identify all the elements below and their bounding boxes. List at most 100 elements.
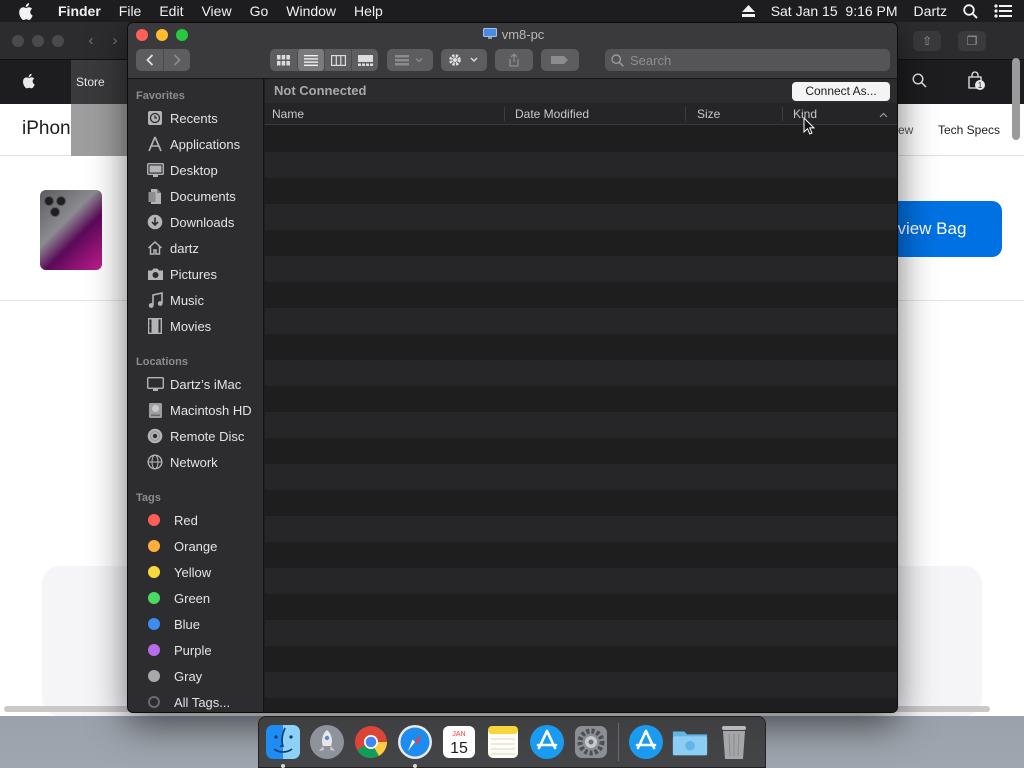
menu-extras: Sat Jan 15 9:16 PM Dartz <box>741 0 1024 22</box>
back-button[interactable] <box>136 49 163 71</box>
menu-edit[interactable]: Edit <box>150 0 192 22</box>
sidebar-all-tags[interactable]: All Tags... <box>128 689 263 712</box>
share-button[interactable] <box>495 49 533 71</box>
finder-window: vm8-pc Search Favorites Recents Applicat… <box>127 22 898 713</box>
menu-window[interactable]: Window <box>277 0 345 22</box>
column-divider[interactable] <box>685 107 686 121</box>
apple-menu-icon[interactable] <box>18 2 38 20</box>
nav-store-link[interactable]: Store <box>71 60 127 104</box>
dock-app-store[interactable] <box>528 723 566 761</box>
column-view-button[interactable] <box>324 49 351 71</box>
disk-icon <box>145 401 165 419</box>
all-tags-icon <box>148 696 160 708</box>
safari-close-button[interactable] <box>12 35 24 47</box>
safari-back-icon[interactable]: ‹ <box>80 32 102 50</box>
desktop-icon <box>145 161 165 179</box>
sidebar-tag-yellow[interactable]: Yellow <box>128 559 263 585</box>
file-list-area: Not Connected Connect As... Name Date Mo… <box>265 79 897 712</box>
sidebar-tag-blue[interactable]: Blue <box>128 611 263 637</box>
search-input[interactable] <box>630 52 870 68</box>
sidebar-item-desktop[interactable]: Desktop <box>128 157 263 183</box>
sidebar-item-music[interactable]: Music <box>128 287 263 313</box>
sidebar-tag-orange[interactable]: Orange <box>128 533 263 559</box>
sidebar-item-label: Pictures <box>170 266 217 282</box>
all-tags-label: All Tags... <box>174 694 231 710</box>
dock-trash[interactable] <box>715 723 753 761</box>
tag-color-dot <box>148 670 160 682</box>
dock-calendar[interactable]: JAN 15 <box>440 723 478 761</box>
menu-help[interactable]: Help <box>345 0 392 22</box>
sidebar-item-downloads[interactable]: Downloads <box>128 209 263 235</box>
sidebar-item-label: Music <box>170 292 204 308</box>
dock-notes[interactable] <box>484 723 522 761</box>
spotlight-icon[interactable] <box>963 3 978 19</box>
sidebar-tag-gray[interactable]: Gray <box>128 663 263 689</box>
sort-ascending-icon[interactable] <box>879 103 888 125</box>
calendar-month: JAN <box>452 731 465 738</box>
list-view-button[interactable] <box>297 49 324 71</box>
sidebar-item-documents[interactable]: Documents <box>128 183 263 209</box>
dock-launchpad[interactable] <box>308 723 346 761</box>
menu-view[interactable]: View <box>192 0 240 22</box>
connection-status-bar: Not Connected Connect As... <box>265 79 897 103</box>
menu-app-name[interactable]: Finder <box>52 0 110 22</box>
column-date-modified[interactable]: Date Modified <box>515 103 589 125</box>
edit-tags-button[interactable] <box>541 49 579 71</box>
eject-icon[interactable] <box>741 5 755 17</box>
column-size[interactable]: Size <box>697 103 720 125</box>
sidebar-item-network[interactable]: Network <box>128 449 263 475</box>
dock-finder[interactable] <box>264 723 302 768</box>
sidebar-item-label: Documents <box>170 188 236 204</box>
group-by-button[interactable] <box>387 49 433 71</box>
sidebar-item-remote-disc[interactable]: Remote Disc <box>128 423 263 449</box>
safari-tabs-icon[interactable]: ❐ <box>958 31 986 51</box>
menu-user[interactable]: Dartz <box>914 3 947 19</box>
connect-as-button[interactable]: Connect As... <box>792 82 890 101</box>
sidebar-item-home[interactable]: dartz <box>128 235 263 261</box>
menu-file[interactable]: File <box>110 0 151 22</box>
safari-zoom-button[interactable] <box>52 35 64 47</box>
overview-link[interactable]: ew <box>898 123 913 137</box>
sidebar-tag-purple[interactable]: Purple <box>128 637 263 663</box>
safari-share-icon[interactable]: ⇧ <box>913 31 941 51</box>
window-title: vm8-pc <box>128 27 897 42</box>
vertical-scrollbar[interactable] <box>1012 58 1020 140</box>
search-field[interactable] <box>605 49 890 71</box>
column-name[interactable]: Name <box>272 103 304 125</box>
dock-app-store-downloads[interactable] <box>627 723 665 761</box>
action-menu-button[interactable] <box>441 49 487 71</box>
file-list-rows[interactable] <box>265 126 897 712</box>
dock-chrome[interactable] <box>352 723 390 761</box>
dock-system-preferences[interactable] <box>572 723 610 761</box>
sidebar-item-recents[interactable]: Recents <box>128 105 263 131</box>
menu-datetime[interactable]: Sat Jan 15 9:16 PM <box>771 3 898 19</box>
forward-button[interactable] <box>163 49 190 71</box>
safari-forward-icon[interactable]: › <box>104 32 126 50</box>
gallery-view-button[interactable] <box>351 49 378 71</box>
safari-icon <box>398 725 432 759</box>
chrome-icon <box>355 726 388 759</box>
web-search-icon[interactable] <box>912 73 927 91</box>
sidebar-tag-green[interactable]: Green <box>128 585 263 611</box>
sidebar-item-movies[interactable]: Movies <box>128 313 263 339</box>
dock-folder[interactable] <box>671 723 709 761</box>
sidebar-tag-red[interactable]: Red <box>128 507 263 533</box>
apple-logo-icon[interactable] <box>22 73 35 92</box>
sidebar-item-imac[interactable]: Dartz’s iMac <box>128 371 263 397</box>
safari-minimize-button[interactable] <box>32 35 44 47</box>
list-icon <box>304 54 318 66</box>
tag-label: Green <box>174 590 211 606</box>
icon-view-button[interactable] <box>270 49 297 71</box>
tech-specs-link[interactable]: Tech Specs <box>938 123 1000 137</box>
menu-go[interactable]: Go <box>241 0 278 22</box>
view-mode-group <box>270 49 378 71</box>
sidebar-item-macintosh-hd[interactable]: Macintosh HD <box>128 397 263 423</box>
control-center-icon[interactable] <box>994 4 1012 18</box>
column-divider[interactable] <box>504 107 505 121</box>
shopping-bag-icon[interactable]: 1 <box>966 71 986 94</box>
sidebar-item-pictures[interactable]: Pictures <box>128 261 263 287</box>
sidebar-item-applications[interactable]: Applications <box>128 131 263 157</box>
column-divider[interactable] <box>782 107 783 121</box>
dock-safari[interactable] <box>396 723 434 768</box>
